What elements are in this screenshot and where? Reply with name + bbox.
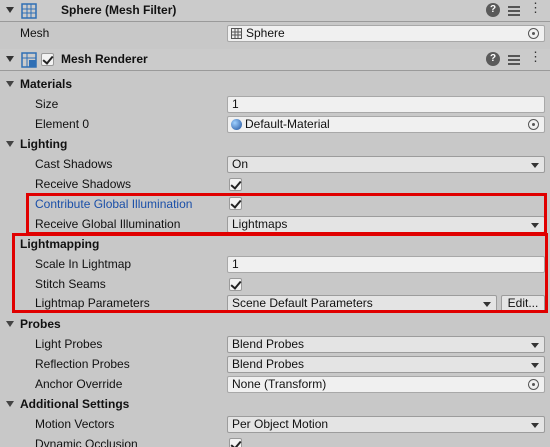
- mesh-label: Mesh: [20, 26, 50, 40]
- dynamic-occlusion-checkbox[interactable]: [229, 438, 242, 447]
- receive-shadows-checkbox[interactable]: [229, 178, 242, 191]
- help-icon[interactable]: ?: [486, 3, 500, 17]
- additional-settings-header: Additional Settings: [20, 397, 130, 411]
- mesh-renderer-enabled-checkbox[interactable]: [41, 53, 54, 66]
- cast-shadows-dropdown[interactable]: On: [227, 156, 545, 173]
- light-probes-value: Blend Probes: [232, 337, 305, 351]
- fold-arrow-icon[interactable]: [6, 321, 14, 327]
- cast-shadows-label: Cast Shadows: [35, 157, 113, 171]
- reflection-probes-value: Blend Probes: [232, 357, 305, 371]
- size-label: Size: [35, 97, 59, 111]
- additional-settings-section[interactable]: Additional Settings: [0, 394, 550, 414]
- receive-gi-row: Receive Global Illumination Lightmaps: [0, 214, 550, 234]
- preset-icon[interactable]: [507, 3, 521, 17]
- element0-label: Element 0: [35, 117, 90, 131]
- chevron-down-icon: [531, 423, 539, 428]
- mesh-renderer-icon: [21, 52, 37, 68]
- materials-section[interactable]: Materials: [0, 74, 550, 94]
- scale-lightmap-input[interactable]: 1: [227, 256, 545, 273]
- light-probes-dropdown[interactable]: Blend Probes: [227, 336, 545, 353]
- lighting-section[interactable]: Lighting: [0, 134, 550, 154]
- size-input[interactable]: 1: [227, 96, 545, 113]
- fold-arrow-icon[interactable]: [6, 56, 14, 62]
- lightmap-params-value: Scene Default Parameters: [232, 296, 373, 310]
- motion-vectors-label: Motion Vectors: [35, 417, 115, 431]
- lightmapping-header: Lightmapping: [20, 237, 100, 251]
- receive-shadows-row: Receive Shadows: [0, 174, 550, 194]
- chevron-down-icon: [531, 223, 539, 228]
- object-picker-icon[interactable]: [528, 28, 539, 39]
- contribute-gi-row: Contribute Global Illumination: [0, 194, 550, 214]
- anchor-override-label: Anchor Override: [35, 377, 123, 391]
- cast-shadows-value: On: [232, 157, 249, 171]
- menu-icon[interactable]: ⋮: [528, 1, 542, 17]
- mesh-field[interactable]: Sphere: [227, 25, 545, 42]
- object-picker-icon[interactable]: [528, 119, 539, 130]
- mesh-filter-icon: [21, 3, 37, 19]
- lighting-header: Lighting: [20, 137, 68, 151]
- chevron-down-icon: [531, 363, 539, 368]
- lightmap-params-dropdown[interactable]: Scene Default Parameters: [227, 295, 497, 312]
- mesh-renderer-header[interactable]: Mesh Renderer ? ⋮: [0, 49, 550, 71]
- light-probes-label: Light Probes: [35, 337, 103, 351]
- object-picker-icon[interactable]: [528, 379, 539, 390]
- mesh-filter-header[interactable]: Sphere (Mesh Filter) ? ⋮: [0, 0, 550, 22]
- anchor-override-row: Anchor Override None (Transform): [0, 374, 550, 394]
- fold-arrow-icon[interactable]: [6, 141, 14, 147]
- stitch-seams-row: Stitch Seams: [0, 274, 550, 294]
- reflection-probes-row: Reflection Probes Blend Probes: [0, 354, 550, 374]
- element0-row: Element 0 Default-Material: [0, 114, 550, 134]
- chevron-down-icon: [483, 302, 491, 307]
- dynamic-occlusion-row: Dynamic Occlusion: [0, 434, 550, 447]
- receive-gi-label: Receive Global Illumination: [35, 217, 181, 231]
- contribute-gi-label: Contribute Global Illumination: [35, 197, 193, 211]
- mesh-value: Sphere: [246, 26, 285, 40]
- edit-params-button[interactable]: Edit...: [501, 295, 545, 312]
- lightmap-params-row: Lightmap Parameters Scene Default Parame…: [0, 293, 550, 313]
- stitch-seams-checkbox[interactable]: [229, 278, 242, 291]
- motion-vectors-row: Motion Vectors Per Object Motion: [0, 414, 550, 434]
- chevron-down-icon: [531, 343, 539, 348]
- element0-field[interactable]: Default-Material: [227, 116, 545, 133]
- reflection-probes-dropdown[interactable]: Blend Probes: [227, 356, 545, 373]
- receive-shadows-label: Receive Shadows: [35, 177, 132, 191]
- size-row: Size 1: [0, 94, 550, 114]
- chevron-down-icon: [531, 163, 539, 168]
- anchor-override-field[interactable]: None (Transform): [227, 376, 545, 393]
- material-sphere-icon: [231, 119, 242, 130]
- fold-arrow-icon[interactable]: [6, 7, 14, 13]
- lightmapping-section[interactable]: Lightmapping: [0, 234, 550, 254]
- anchor-override-value: None (Transform): [232, 377, 327, 391]
- dynamic-occlusion-label: Dynamic Occlusion: [35, 437, 138, 447]
- mesh-row: Mesh Sphere: [0, 23, 550, 43]
- fold-arrow-icon[interactable]: [6, 81, 14, 87]
- motion-vectors-value: Per Object Motion: [232, 417, 329, 431]
- stitch-seams-label: Stitch Seams: [35, 277, 106, 291]
- probes-header: Probes: [20, 317, 61, 331]
- materials-header: Materials: [20, 77, 73, 91]
- scale-lightmap-row: Scale In Lightmap 1: [0, 254, 550, 274]
- lightmap-params-label: Lightmap Parameters: [35, 296, 150, 310]
- mesh-renderer-title: Mesh Renderer: [61, 52, 148, 66]
- motion-vectors-dropdown[interactable]: Per Object Motion: [227, 416, 545, 433]
- receive-gi-dropdown[interactable]: Lightmaps: [227, 216, 545, 233]
- preset-icon[interactable]: [507, 52, 521, 66]
- light-probes-row: Light Probes Blend Probes: [0, 334, 550, 354]
- help-icon[interactable]: ?: [486, 52, 500, 66]
- receive-gi-value: Lightmaps: [232, 217, 288, 231]
- cast-shadows-row: Cast Shadows On: [0, 154, 550, 174]
- menu-icon[interactable]: ⋮: [528, 50, 542, 66]
- reflection-probes-label: Reflection Probes: [35, 357, 130, 371]
- mesh-small-icon: [231, 28, 242, 39]
- fold-arrow-icon[interactable]: [6, 401, 14, 407]
- contribute-gi-checkbox[interactable]: [229, 197, 242, 210]
- mesh-filter-title: Sphere (Mesh Filter): [61, 3, 177, 17]
- element0-value: Default-Material: [245, 117, 330, 131]
- scale-lightmap-label: Scale In Lightmap: [35, 257, 132, 271]
- probes-section[interactable]: Probes: [0, 314, 550, 334]
